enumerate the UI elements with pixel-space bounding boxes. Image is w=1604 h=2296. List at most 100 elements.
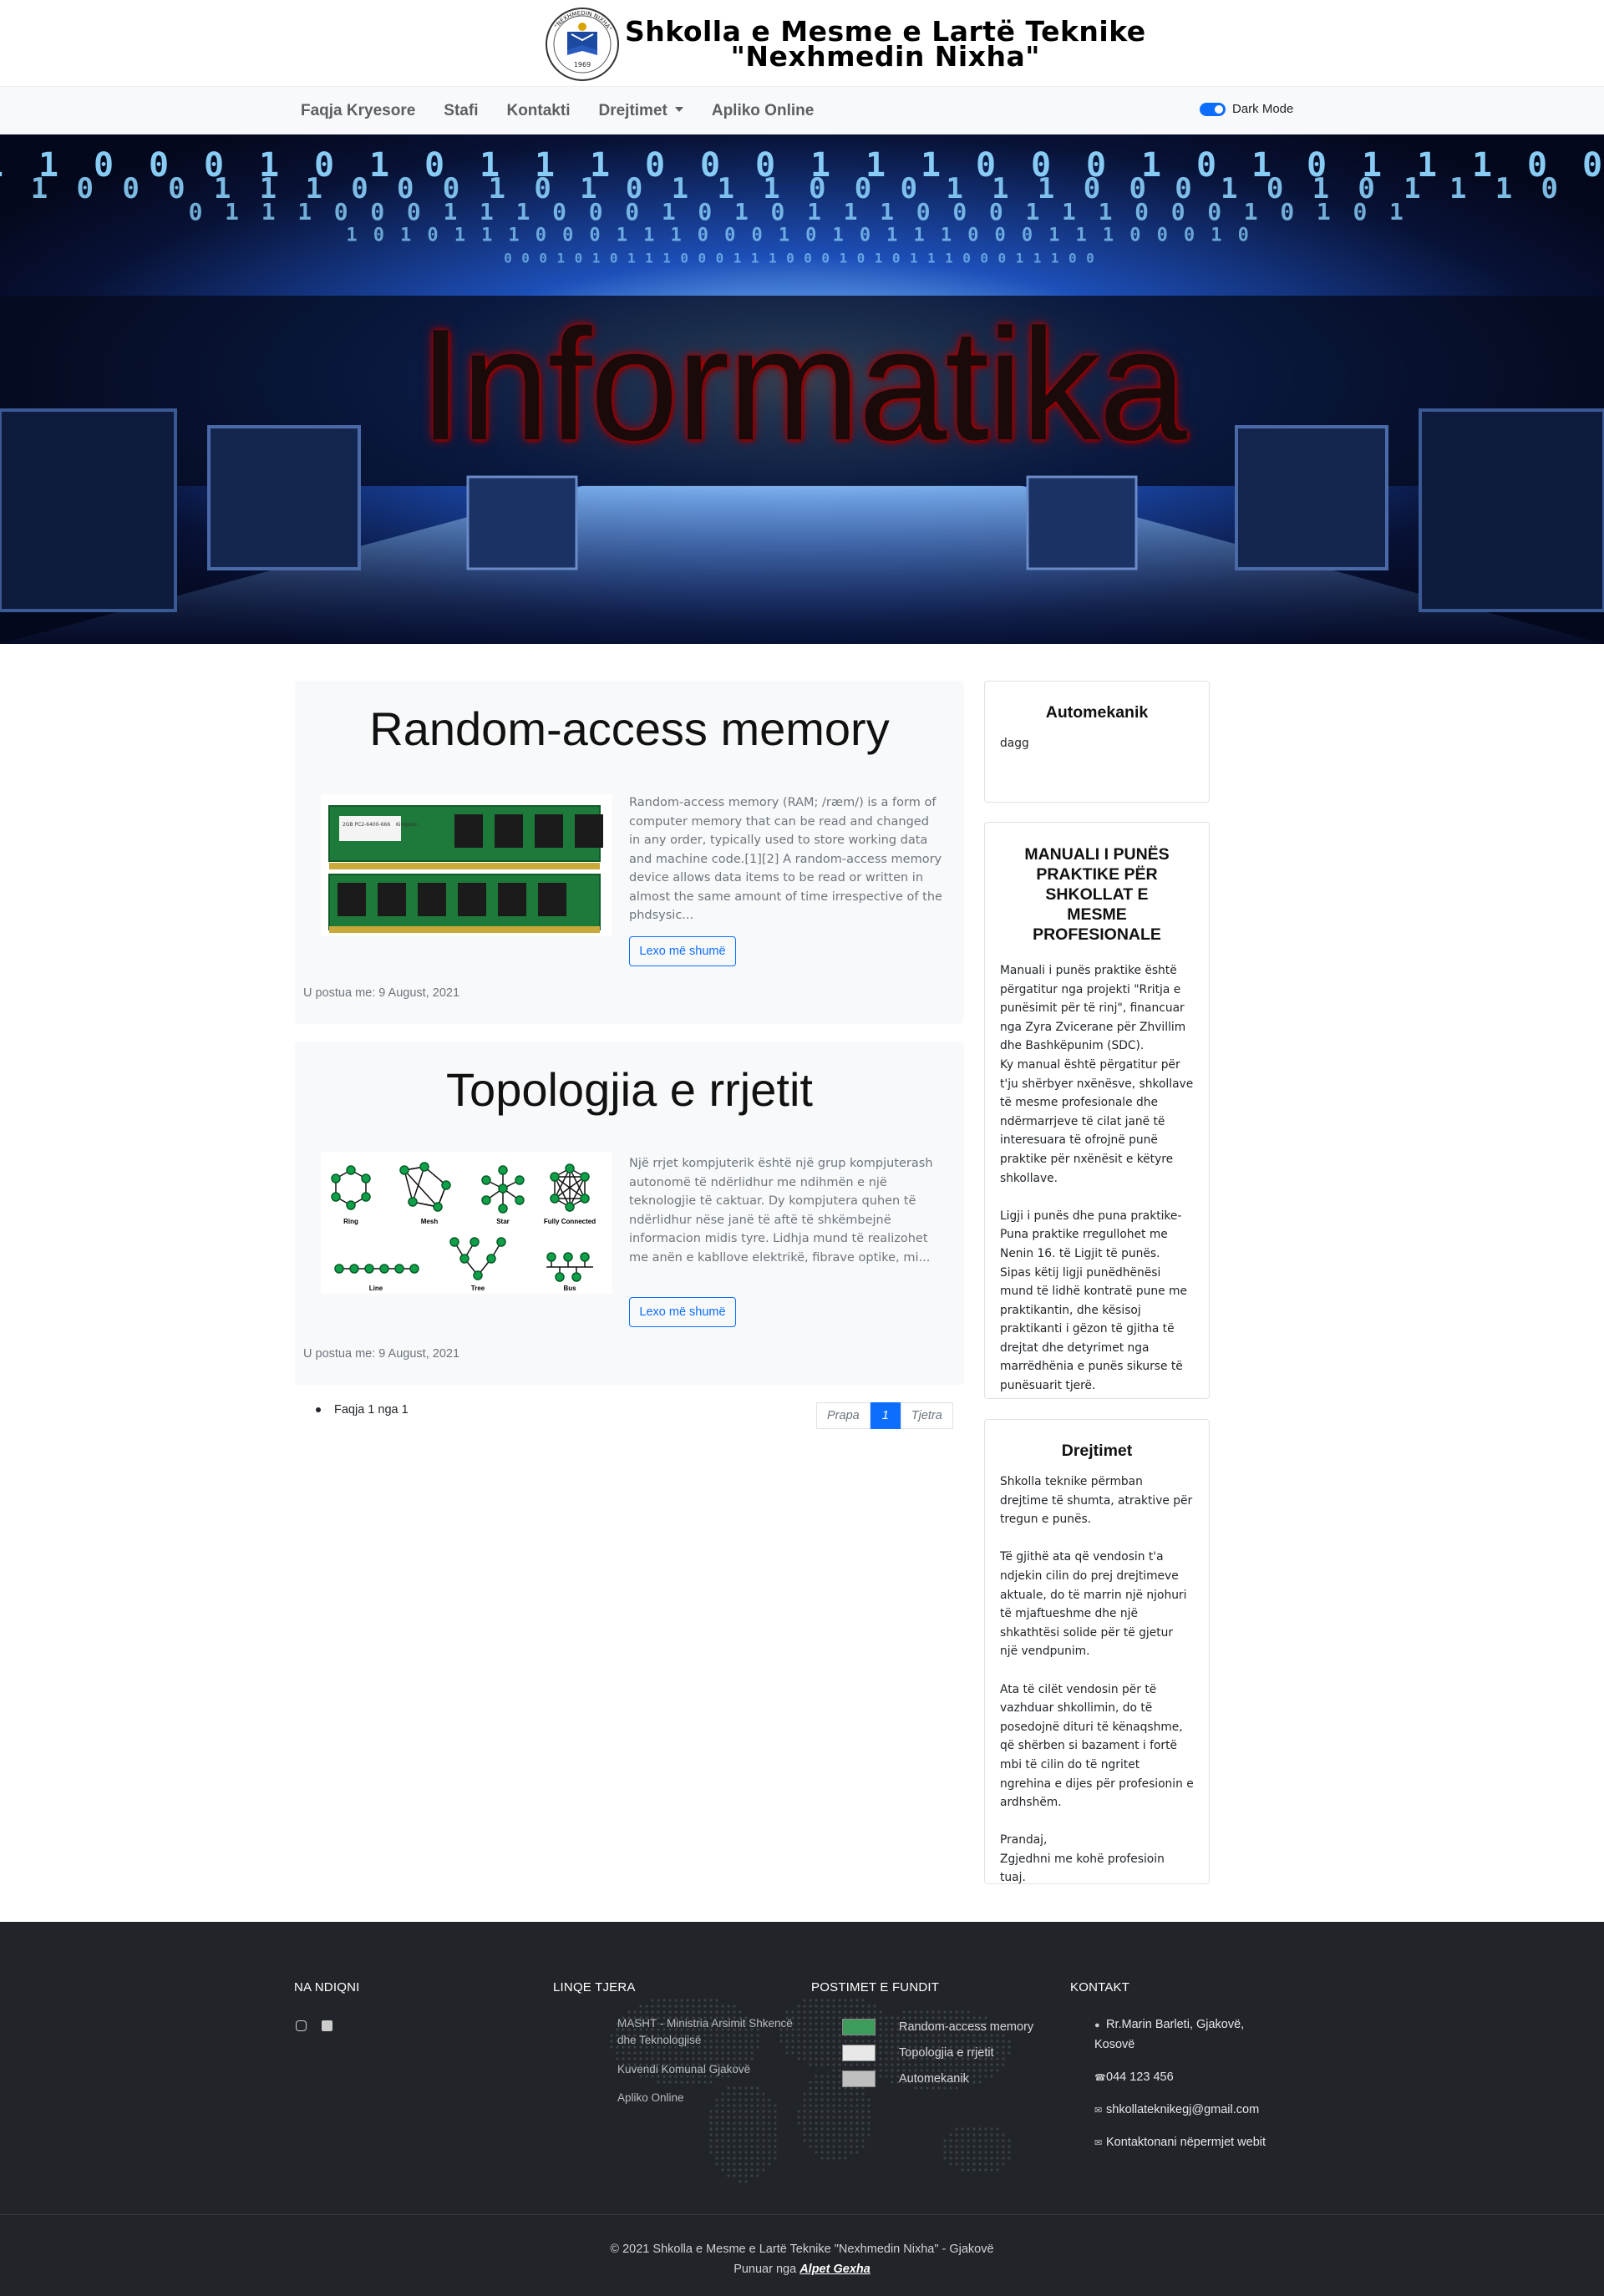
card-title[interactable]: Automekanik [985, 703, 1209, 722]
map-dot [727, 2104, 730, 2107]
binary-digit: 1 [662, 251, 671, 266]
map-dot [633, 2010, 637, 2014]
map-dot [990, 2162, 993, 2166]
map-dot [791, 2051, 794, 2055]
map-dot [715, 2151, 718, 2154]
map-dot [855, 2110, 859, 2113]
map-dot [797, 2010, 800, 2014]
map-dot [984, 2145, 987, 2148]
map-dot [739, 2010, 742, 2014]
map-dot [838, 2098, 841, 2101]
map-dot [873, 2063, 876, 2066]
footer-link-kuvendi[interactable]: Kuvendi Komunal Gjakovë [617, 2061, 750, 2078]
card-title[interactable]: MANUALI I PUNËS PRAKTIKE PËR SHKOLLAT E … [1018, 844, 1175, 945]
map-dot [972, 2040, 976, 2043]
post-title[interactable]: Random-access memory [295, 702, 964, 756]
footer-link-masht[interactable]: MASHT - Ministria Arsimit Shkencë dhe Te… [617, 2015, 797, 2049]
map-dot [955, 2145, 958, 2148]
dark-mode-toggle[interactable]: Dark Mode [1200, 102, 1293, 116]
binary-digit: 1 [1211, 226, 1221, 246]
map-dot [657, 2010, 660, 2014]
map-dot [844, 2110, 847, 2113]
map-dot [721, 2162, 724, 2166]
page-1-button[interactable]: 1 [870, 1402, 901, 1429]
binary-digit: 0 [892, 251, 901, 266]
next-page-button[interactable]: Tjetra [900, 1402, 953, 1429]
map-dot [815, 2092, 818, 2096]
map-dot [768, 2127, 771, 2131]
network-node [399, 1165, 409, 1175]
binary-digit: 0 [589, 226, 600, 246]
map-dot [744, 2121, 748, 2125]
footer-recent-post[interactable]: Topologjia e rrjetit [842, 2045, 994, 2061]
post-image-ram[interactable]: 2GB PC2-6400-666 Kingston [321, 794, 612, 936]
read-more-button[interactable]: Lexo më shumë [629, 1297, 736, 1327]
map-dot [709, 1999, 713, 2002]
map-dot [867, 2040, 871, 2043]
nav-programs-dropdown[interactable]: Drejtimet [598, 102, 683, 120]
nav-contact[interactable]: Kontakti [506, 102, 570, 120]
footer-link-apliko[interactable]: Apliko Online [617, 2090, 684, 2106]
map-dot [943, 2151, 947, 2154]
map-dot [744, 2104, 748, 2107]
map-dot [709, 2133, 713, 2136]
map-dot [733, 2174, 736, 2177]
map-dot [803, 2028, 806, 2031]
map-dot [692, 2010, 695, 2014]
network-node [498, 1183, 508, 1194]
map-dot [703, 2051, 707, 2055]
map-dot [826, 2104, 830, 2107]
footer-web-contact[interactable]: ✉ Kontaktonani nëpermjet webit [1094, 2133, 1287, 2153]
network-node [571, 1272, 581, 1282]
map-dot [744, 2116, 748, 2119]
nav-apply-online[interactable]: Apliko Online [712, 102, 814, 120]
binary-digit: 1 [535, 146, 555, 185]
map-dot [815, 2086, 818, 2090]
footer-recent-post[interactable]: Random-access memory [842, 2019, 1033, 2035]
map-dot [750, 2168, 754, 2172]
binary-digit: 1 [1495, 172, 1512, 205]
made-by: Punuar nga Alpet Gexha [0, 2259, 1604, 2279]
map-dot [797, 2034, 800, 2037]
nav-staff[interactable]: Stafi [444, 102, 478, 120]
map-dot [739, 2092, 742, 2096]
footer-email[interactable]: ✉ shkollateknikegj@gmail.com [1094, 2101, 1287, 2121]
map-dot [698, 2081, 701, 2084]
map-dot [721, 2133, 724, 2136]
map-dot [803, 2116, 806, 2119]
map-dot [832, 2045, 835, 2049]
map-dot [826, 2145, 830, 2148]
instagram-icon[interactable] [296, 2020, 307, 2031]
map-dot [867, 2127, 871, 2131]
author-link[interactable]: Alpet Gexha [799, 2263, 871, 2276]
map-dot [855, 2139, 859, 2142]
map-dot [703, 2057, 707, 2060]
map-dot [727, 2051, 730, 2055]
nav-home[interactable]: Faqja Kryesore [301, 102, 415, 120]
card-title[interactable]: Drejtimet [985, 1442, 1209, 1461]
post-image-topology[interactable]: Ring Mesh Star Fully Connected Line Tree… [321, 1152, 612, 1294]
post-title[interactable]: Topologjia e rrjetit [295, 1062, 964, 1117]
map-dot [990, 2133, 993, 2136]
read-more-button[interactable]: Lexo më shumë [629, 936, 736, 966]
map-dot [739, 2151, 742, 2154]
map-dot [855, 2040, 859, 2043]
map-dot [844, 2127, 847, 2131]
map-dot [756, 2098, 759, 2101]
map-dot [861, 2010, 865, 2014]
map-dot [668, 2005, 672, 2008]
map-dot [820, 2121, 824, 2125]
map-dot [832, 2116, 835, 2119]
footer-recent-post[interactable]: Automekanik [842, 2070, 969, 2087]
dark-mode-switch[interactable] [1200, 102, 1226, 116]
binary-digit: 0 [724, 226, 735, 246]
map-dot [844, 2040, 847, 2043]
map-dot [797, 2028, 800, 2031]
map-dot [902, 2063, 906, 2066]
footer-phone[interactable]: ☎044 123 456 [1094, 2068, 1287, 2088]
map-dot [809, 2139, 812, 2142]
map-dot [727, 2162, 730, 2166]
facebook-icon[interactable] [322, 2020, 332, 2031]
prev-page-button[interactable]: Prapa [816, 1402, 871, 1429]
brand[interactable]: "NEXHMEDIN NIXHA" 1969 Shkolla e Mesme e… [545, 7, 1146, 82]
